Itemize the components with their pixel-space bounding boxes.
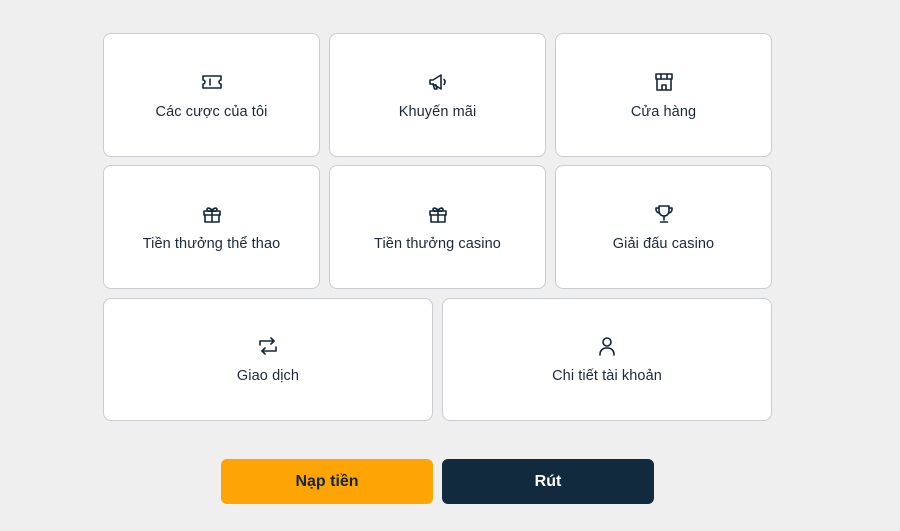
menu-tile-label: Chi tiết tài khoản xyxy=(552,368,662,384)
account-menu-page: Các cược của tôi Khuyến mãi Cửa hàng Tiề… xyxy=(0,0,900,531)
trophy-icon xyxy=(651,201,677,227)
menu-tile-promotions[interactable]: Khuyến mãi xyxy=(329,33,546,157)
gift-icon xyxy=(425,201,451,227)
gift-icon xyxy=(199,201,225,227)
menu-tile-transactions[interactable]: Giao dịch xyxy=(103,298,433,421)
user-icon xyxy=(594,333,620,359)
menu-tile-label: Giải đấu casino xyxy=(612,235,715,252)
transfer-icon xyxy=(255,333,281,359)
menu-tile-sports-bonus[interactable]: Tiền thưởng thể thao xyxy=(103,165,320,289)
menu-tile-account-details[interactable]: Chi tiết tài khoản xyxy=(442,298,772,421)
menu-tile-casino-bonus[interactable]: Tiền thưởng casino xyxy=(329,165,546,289)
menu-tile-label: Giao dịch xyxy=(236,368,300,384)
menu-tile-my-bets[interactable]: Các cược của tôi xyxy=(103,33,320,157)
menu-tile-label: Tiền thưởng thể thao xyxy=(142,235,281,252)
withdraw-button[interactable]: Rút xyxy=(442,459,654,504)
ticket-icon xyxy=(199,69,225,95)
deposit-button[interactable]: Nạp tiền xyxy=(221,459,433,504)
store-icon xyxy=(651,69,677,95)
menu-tile-store[interactable]: Cửa hàng xyxy=(555,33,772,157)
megaphone-icon xyxy=(425,69,451,95)
menu-tile-label: Các cược của tôi xyxy=(155,103,268,120)
menu-tile-label: Tiền thưởng casino xyxy=(374,235,501,252)
menu-tile-casino-tournaments[interactable]: Giải đấu casino xyxy=(555,165,772,289)
menu-tile-label: Khuyến mãi xyxy=(398,103,477,120)
menu-tile-label: Cửa hàng xyxy=(630,103,697,120)
